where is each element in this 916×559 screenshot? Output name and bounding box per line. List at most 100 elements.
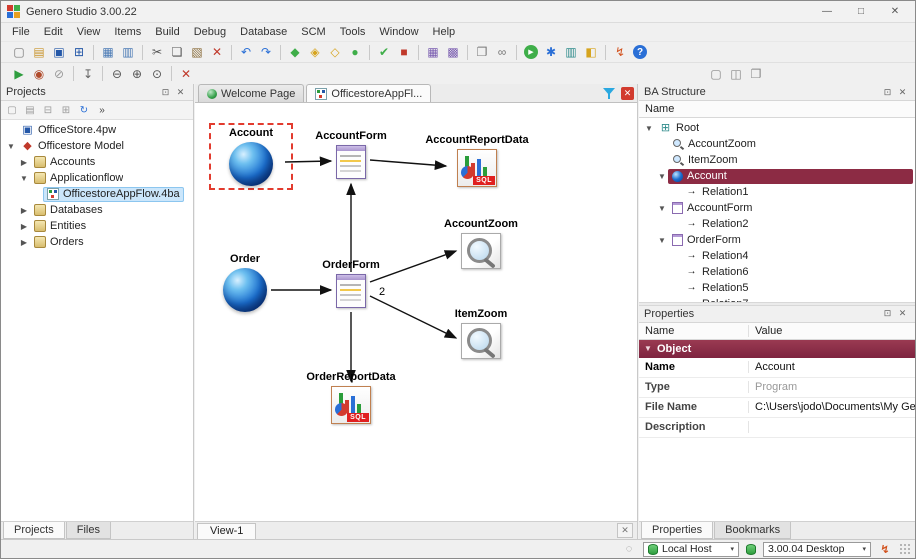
stop-build-icon[interactable]: ■ <box>395 43 413 61</box>
property-row-type[interactable]: Type Program <box>639 378 915 398</box>
float-panel-icon[interactable]: ⊡ <box>880 85 895 99</box>
print-icon[interactable]: ▦ <box>99 43 117 61</box>
open-file-icon[interactable]: ▤ <box>30 43 48 61</box>
chevron-right-icon[interactable]: ▶ <box>18 222 30 231</box>
proj-folder-icon[interactable]: ▤ <box>22 103 38 118</box>
tree-item-officestore-model[interactable]: ▼ Officestore Model <box>1 138 193 154</box>
proj-new-icon[interactable]: ▢ <box>4 103 20 118</box>
bottom-tab-files[interactable]: Files <box>65 522 111 539</box>
properties-column-header[interactable]: Name Value <box>639 322 915 340</box>
bottom-tab-projects[interactable]: Projects <box>3 522 65 539</box>
close-button[interactable]: ✕ <box>881 4 909 20</box>
menu-window[interactable]: Window <box>372 25 425 39</box>
tree-item-officestoreappflow-4ba[interactable]: OfficestoreAppFlow.4ba <box>1 186 193 202</box>
tools-icon[interactable]: ↯ <box>611 43 629 61</box>
tree-item-relation5[interactable]: Relation5 <box>639 280 915 296</box>
view-tab[interactable]: View-1 <box>197 522 257 539</box>
diagram-node-accountzoom[interactable]: AccountZoom <box>443 218 519 269</box>
menu-file[interactable]: File <box>5 25 37 39</box>
delete-icon[interactable]: ✕ <box>208 43 226 61</box>
tree-item-orderform[interactable]: ▼ OrderForm <box>639 232 915 248</box>
tree-item-relation1[interactable]: Relation1 <box>639 184 915 200</box>
chevron-down-icon[interactable]: ▼ <box>656 172 668 181</box>
proj-refresh-icon[interactable]: ↻ <box>76 103 92 118</box>
chevron-right-icon[interactable]: ▶ <box>18 238 30 247</box>
close-diagram-icon[interactable]: ✕ <box>177 65 195 83</box>
redo-icon[interactable]: ↷ <box>257 43 275 61</box>
diagram-canvas[interactable]: Account AccountForm AccountReportData SQ… <box>195 103 637 521</box>
resize-grip[interactable] <box>899 543 911 555</box>
menu-tools[interactable]: Tools <box>333 25 373 39</box>
close-panel-icon[interactable]: ✕ <box>895 85 910 99</box>
compare-icon[interactable]: ◧ <box>582 43 600 61</box>
menu-view[interactable]: View <box>70 25 108 39</box>
tree-item-itemzoom[interactable]: ItemZoom <box>639 152 915 168</box>
print-preview-icon[interactable]: ▥ <box>119 43 137 61</box>
diagram-node-itemzoom[interactable]: ItemZoom <box>445 308 517 359</box>
properties-group-row[interactable]: ▼ Object <box>639 339 915 358</box>
property-row-name[interactable]: Name Account <box>639 358 915 378</box>
chevron-down-icon[interactable]: ▼ <box>5 142 17 151</box>
check-syntax-icon[interactable]: ✔ <box>375 43 393 61</box>
diagram-node-order[interactable]: Order <box>213 253 277 312</box>
tree-item-accountform[interactable]: ▼ AccountForm <box>639 200 915 216</box>
tree-item-orders[interactable]: ▶ Orders <box>1 234 193 250</box>
tree-item-entities[interactable]: ▶ Entities <box>1 218 193 234</box>
host-select[interactable]: Local Host ▾ <box>643 541 739 557</box>
tree-item-relation4[interactable]: Relation4 <box>639 248 915 264</box>
float-panel-icon[interactable]: ⊡ <box>880 307 895 321</box>
run-app-icon[interactable]: ▶ <box>524 45 538 59</box>
chevron-down-icon[interactable]: ▼ <box>656 236 668 245</box>
proj-more-icon[interactable]: » <box>94 103 110 118</box>
minimize-button[interactable]: — <box>813 4 841 20</box>
menu-scm[interactable]: SCM <box>294 25 332 39</box>
help-icon[interactable]: ? <box>633 45 647 59</box>
property-row-file-name[interactable]: File Name C:\Users\jodo\Documents\My Gene… <box>639 398 915 418</box>
new-window-icon[interactable]: ❐ <box>473 43 491 61</box>
maximize-button[interactable]: □ <box>847 4 875 20</box>
execute-icon[interactable]: ● <box>346 43 364 61</box>
diagram-node-account[interactable]: Account <box>209 123 293 190</box>
diagram-node-accountform[interactable]: AccountForm <box>315 130 387 179</box>
tree-item-account[interactable]: ▼ Account <box>639 168 915 184</box>
property-row-description[interactable]: Description <box>639 418 915 438</box>
paste-icon[interactable]: ▧ <box>188 43 206 61</box>
editor-tab-officestoreappfl[interactable]: OfficestoreAppFl... <box>306 84 432 102</box>
menu-items[interactable]: Items <box>107 25 148 39</box>
configuration-select[interactable]: 3.00.04 Desktop ▾ <box>763 541 871 557</box>
settings-gears-icon[interactable]: ✱ <box>542 43 560 61</box>
chevron-down-icon[interactable]: ▼ <box>18 174 30 183</box>
tree-item-relation2[interactable]: Relation2 <box>639 216 915 232</box>
close-panel-icon[interactable]: ✕ <box>895 307 910 321</box>
build-all-icon[interactable]: ◈ <box>306 43 324 61</box>
stop-icon[interactable]: ⊘ <box>50 65 68 83</box>
filter-icon[interactable] <box>603 87 616 100</box>
link-entity-icon[interactable]: ∞ <box>493 43 511 61</box>
zoom-reset-icon[interactable]: ⊙ <box>148 65 166 83</box>
cut-icon[interactable]: ✂ <box>148 43 166 61</box>
tree-item-officestore-4pw[interactable]: OfficeStore.4pw <box>1 122 193 138</box>
zoom-out-icon[interactable]: ⊖ <box>108 65 126 83</box>
zoom-in-icon[interactable]: ⊕ <box>128 65 146 83</box>
db-table-icon[interactable]: ▦ <box>424 43 442 61</box>
tree-item-root[interactable]: ▼ Root <box>639 120 915 136</box>
menu-help[interactable]: Help <box>426 25 463 39</box>
pin-view-icon[interactable]: ↧ <box>79 65 97 83</box>
save-all-icon[interactable]: ⊞ <box>70 43 88 61</box>
build-icon[interactable]: ◆ <box>286 43 304 61</box>
proj-collapse-icon[interactable]: ⊟ <box>40 103 56 118</box>
ba-column-header[interactable]: Name <box>639 101 915 118</box>
copy-icon[interactable]: ❏ <box>168 43 186 61</box>
proj-expand-icon[interactable]: ⊞ <box>58 103 74 118</box>
tree-item-databases[interactable]: ▶ Databases <box>1 202 193 218</box>
run-icon[interactable]: ▶ <box>10 65 28 83</box>
chevron-down-icon[interactable]: ▼ <box>643 124 655 133</box>
diagram-node-accountreportdata[interactable]: AccountReportData SQL <box>425 134 529 187</box>
reports-icon[interactable]: ▥ <box>562 43 580 61</box>
bottom-tab-properties[interactable]: Properties <box>641 522 714 539</box>
tree-item-accounts[interactable]: ▶ Accounts <box>1 154 193 170</box>
menu-edit[interactable]: Edit <box>37 25 70 39</box>
chevron-right-icon[interactable]: ▶ <box>18 206 30 215</box>
editor-tab-welcome-page[interactable]: Welcome Page <box>198 84 305 102</box>
layout-single-icon[interactable]: ▢ <box>707 65 725 83</box>
